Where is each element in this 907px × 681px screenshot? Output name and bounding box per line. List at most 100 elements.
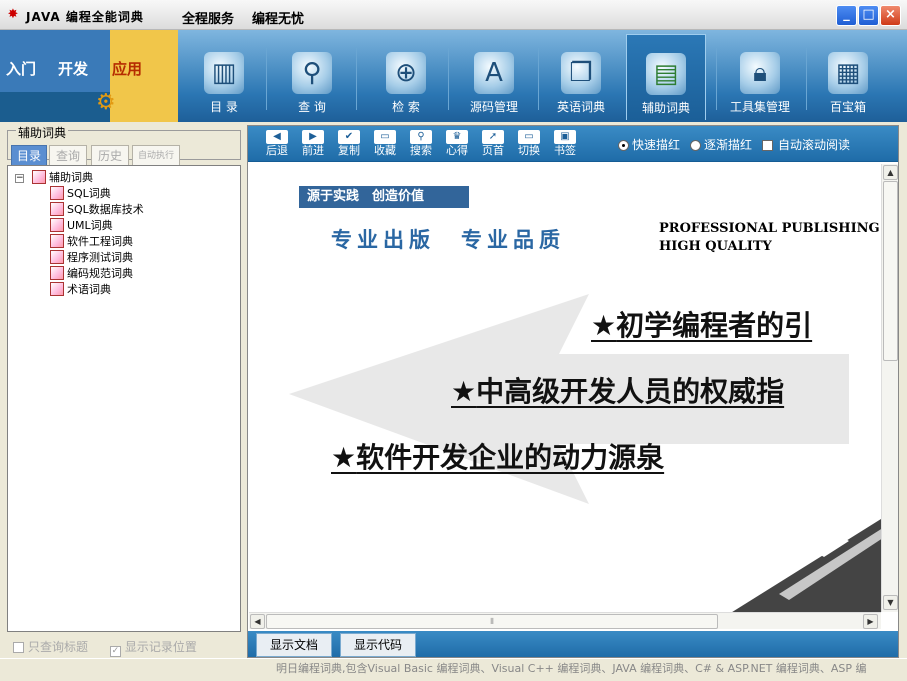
window-title: JAVA 编程全能词典	[26, 10, 144, 24]
subtitle-english-line1: PROFESSIONAL PUBLISHING	[659, 221, 880, 236]
favorite-label: 收藏	[374, 144, 396, 157]
show-code-tab[interactable]: 显示代码	[340, 633, 416, 657]
tab-query[interactable]: 查询	[49, 145, 87, 167]
page-top-label: 页首	[482, 144, 504, 157]
tree-root[interactable]: 辅助词典	[32, 169, 93, 185]
show-position-checkbox[interactable]: ✓	[109, 646, 121, 657]
page-top-button[interactable]: ➚ 页首	[478, 130, 508, 158]
nav-aux-dictionary[interactable]: ▤ 辅助词典	[626, 34, 706, 120]
tree-item-label: SQL数据库技术	[67, 203, 144, 216]
headline-enterprises: ★软件开发企业的动力源泉	[331, 441, 665, 474]
arrow-left-icon: ◀	[266, 130, 288, 144]
headline-developers: ★中高级开发人员的权威指	[451, 375, 785, 408]
radio-unselected[interactable]	[690, 140, 701, 151]
horizontal-scrollbar[interactable]: ◀ ⦀ ▶	[249, 612, 881, 629]
nav-source-management[interactable]: A 源码管理	[454, 34, 534, 120]
headline-beginners: ★初学编程者的引	[591, 309, 813, 342]
left-options: 只查询标题 ✓ 显示记录位置	[13, 638, 197, 657]
search-icon: ⚲	[410, 130, 432, 144]
nav-treasure-box[interactable]: ▦ 百宝箱	[808, 34, 888, 120]
giftbox-icon: ▦	[828, 52, 868, 94]
font-a-icon: A	[474, 52, 514, 94]
cursor-icon: ➚	[482, 130, 504, 144]
fast-highlight-label: 快速描红	[632, 138, 681, 152]
vertical-scrollbar[interactable]: ▲ ▼	[881, 164, 898, 612]
tree-item[interactable]: 软件工程词典	[50, 233, 133, 249]
minimize-button[interactable]: _	[836, 5, 857, 26]
nav-treasure-label: 百宝箱	[829, 100, 866, 114]
gradual-highlight-label: 逐渐描红	[704, 138, 753, 152]
crown-icon: ♛	[446, 130, 468, 144]
search-label: 搜索	[410, 144, 432, 157]
tree-item[interactable]: 程序测试词典	[50, 249, 133, 265]
status-text: 明日编程词典,包含Visual Basic 编程词典、Visual C++ 编程…	[276, 662, 867, 675]
maximize-button[interactable]: □	[858, 5, 879, 26]
tree-item[interactable]: SQL词典	[50, 185, 111, 201]
show-document-tab[interactable]: 显示文档	[256, 633, 332, 657]
status-bar: 明日编程词典,包含Visual Basic 编程词典、Visual C++ 编程…	[0, 658, 907, 681]
scroll-right-icon[interactable]: ▶	[863, 614, 878, 629]
auto-scroll-label: 自动滚动阅读	[778, 138, 851, 152]
bookmark-button[interactable]: ▣ 书签	[550, 130, 580, 158]
gradual-highlight-option[interactable]: 逐渐描红	[690, 136, 752, 153]
nav-aux-label: 辅助词典	[641, 101, 690, 115]
scroll-left-icon[interactable]: ◀	[250, 614, 265, 629]
dictionary-tree[interactable]: − 辅助词典 SQL词典 SQL数据库技术 UML词典 软件工程词典 程序测试词…	[7, 165, 241, 632]
collapse-icon[interactable]: −	[15, 174, 24, 183]
notes-label: 心得	[446, 144, 468, 157]
tree-item[interactable]: UML词典	[50, 217, 113, 233]
nav-search[interactable]: ⊕ 检 索	[366, 34, 446, 120]
nav-english-label: 英语词典	[556, 100, 605, 114]
nav-english-dictionary[interactable]: ❐ 英语词典	[541, 34, 621, 120]
nav-catalog[interactable]: ▥ 目 录	[184, 34, 264, 120]
forward-button[interactable]: ▶ 前进	[298, 130, 328, 158]
notes-button[interactable]: ♛ 心得	[442, 130, 472, 158]
title-bar: ✸ JAVA 编程全能词典 全程服务 编程无忧 _ □ ×	[0, 0, 907, 30]
horizontal-scroll-thumb[interactable]: ⦀	[266, 614, 718, 629]
vertical-scroll-thumb[interactable]	[883, 181, 898, 361]
favorite-button[interactable]: ▭ 收藏	[370, 130, 400, 158]
magnifier-icon: ⚲	[292, 52, 332, 94]
slogan-worry-free: 编程无忧	[252, 12, 305, 27]
auto-scroll-checkbox[interactable]	[762, 140, 773, 151]
content-panel: ◀ 后退 ▶ 前进 ✔ 复制 ▭ 收藏 ⚲ 搜索 ♛ 心得 ➚ 页首 ▭ 切换 ▣ 书签 快速描红…	[247, 125, 899, 658]
window-icon: ▭	[518, 130, 540, 144]
close-button[interactable]: ×	[880, 5, 901, 26]
switch-button[interactable]: ▭ 切换	[514, 130, 544, 158]
book-icon	[50, 282, 64, 296]
book-icon	[50, 202, 64, 216]
title-only-checkbox[interactable]	[13, 642, 24, 653]
arrow-right-icon: ▶	[302, 130, 324, 144]
radio-selected[interactable]	[618, 140, 629, 151]
tree-item-label: 软件工程词典	[67, 235, 133, 248]
auto-scroll-option[interactable]: 自动滚动阅读	[762, 136, 850, 153]
tab-history[interactable]: 历史	[91, 145, 129, 167]
scroll-up-icon[interactable]: ▲	[883, 165, 898, 180]
lock-icon: 🔒︎	[740, 52, 780, 94]
tab-auto-run[interactable]: 自动执行	[132, 145, 180, 167]
tree-item-label: SQL词典	[67, 187, 111, 200]
tree-item-label: 编码规范词典	[67, 267, 133, 280]
copy-button[interactable]: ✔ 复制	[334, 130, 364, 158]
road-graphic	[732, 519, 881, 612]
nav-query[interactable]: ⚲ 查 询	[272, 34, 352, 120]
forward-label: 前进	[302, 144, 324, 157]
notebook-icon: ▤	[646, 53, 686, 95]
tab-catalog[interactable]: 目录	[11, 145, 47, 167]
nav-toolset[interactable]: 🔒︎ 工具集管理	[720, 34, 800, 120]
book-icon	[50, 186, 64, 200]
nav-toolset-label: 工具集管理	[729, 100, 790, 114]
search-button[interactable]: ⚲ 搜索	[406, 130, 436, 158]
app-icon: ✸	[7, 7, 19, 22]
tree-item[interactable]: 编码规范词典	[50, 265, 133, 281]
bookmark-icon: ▣	[554, 130, 576, 144]
scroll-down-icon[interactable]: ▼	[883, 595, 898, 610]
tree-item[interactable]: 术语词典	[50, 281, 111, 297]
fast-highlight-option[interactable]: 快速描红	[618, 136, 680, 153]
view-mode-bar: 显示文档 显示代码	[248, 631, 898, 657]
subtitle-chinese: 专业出版 专业品质	[331, 227, 565, 252]
headline-developers-text: 中高级开发人员的权威指	[476, 375, 785, 408]
tree-item[interactable]: SQL数据库技术	[50, 201, 144, 217]
subtitle-english: PROFESSIONAL PUBLISHING HIGH QUALITY	[659, 220, 880, 256]
back-button[interactable]: ◀ 后退	[262, 130, 292, 158]
